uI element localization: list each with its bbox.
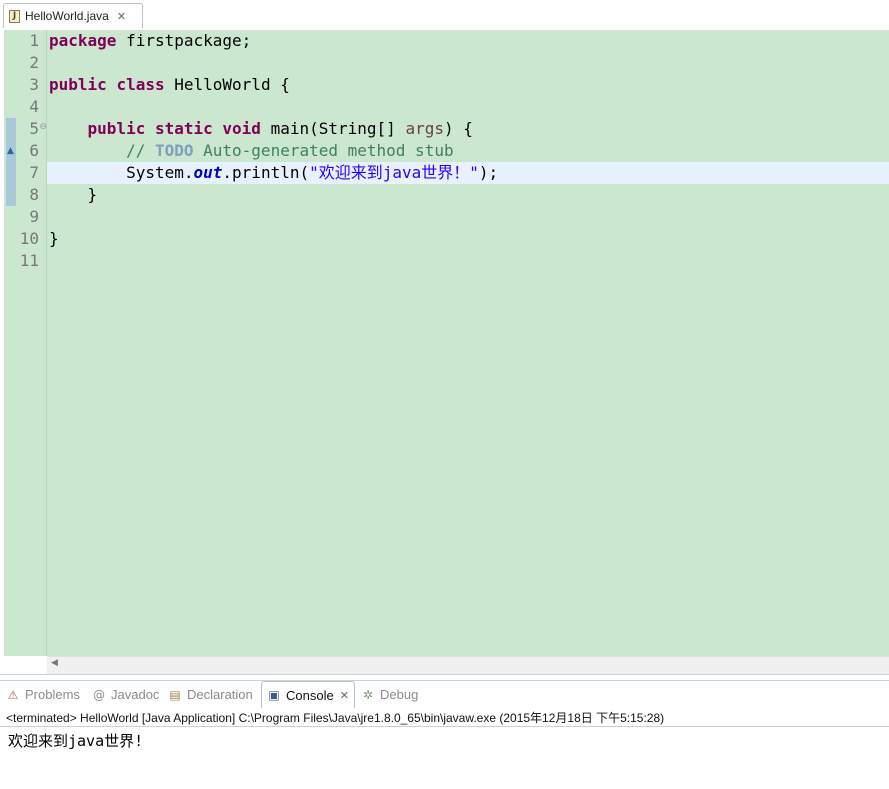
tab-declaration[interactable]: ▤ Declaration xyxy=(168,681,253,708)
console-output-area[interactable]: 欢迎来到java世界! xyxy=(0,726,889,789)
console-process-description: <terminated> HelloWorld [Java Applicatio… xyxy=(6,711,665,725)
string-literal: "欢迎来到java世界！" xyxy=(309,163,479,182)
javadoc-at-icon: @ xyxy=(93,687,105,702)
code-text: System. xyxy=(126,163,194,182)
console-icon: ▣ xyxy=(268,688,280,702)
code-text: HelloWorld { xyxy=(164,75,290,94)
tab-label: Declaration xyxy=(187,687,253,702)
keyword: void xyxy=(222,119,261,138)
line-number: 7 xyxy=(29,163,39,182)
tab-label: Problems xyxy=(25,687,80,702)
tab-label: Debug xyxy=(380,687,419,702)
line-number: 9 xyxy=(29,207,39,226)
code-text-area[interactable]: package firstpackage; public class Hello… xyxy=(47,30,889,656)
editor-tab-label: HelloWorld.java xyxy=(25,9,109,23)
tab-console[interactable]: ▣ Console ✕ xyxy=(261,681,355,708)
keyword: class xyxy=(116,75,165,94)
debug-bug-icon: ✲ xyxy=(362,687,374,702)
close-icon[interactable]: ✕ xyxy=(340,690,349,701)
comment: // xyxy=(126,141,155,160)
line-number: 10 xyxy=(19,229,39,248)
editor-tab-helloworld[interactable]: J HelloWorld.java ✕ xyxy=(3,3,143,28)
todo-tag: TODO xyxy=(154,141,194,160)
code-text: main(String[] xyxy=(260,119,406,138)
line-number: 11 xyxy=(19,251,39,270)
java-file-icon: J xyxy=(9,9,20,23)
code-text: firstpackage; xyxy=(116,31,252,50)
code-line-5[interactable]: public static void main(String[] args) { xyxy=(47,118,889,140)
line-number-gutter: 1 2 3 4 5 ⊖ 6 7 8 9 10 11 xyxy=(17,30,47,656)
collapse-fold-icon[interactable]: ⊖ xyxy=(39,122,47,132)
scroll-left-arrow-icon[interactable]: ◀ xyxy=(51,658,58,668)
code-line-10[interactable]: } xyxy=(47,228,889,250)
code-line-6[interactable]: // TODO Auto-generated method stub xyxy=(47,140,889,162)
code-text: ) { xyxy=(443,119,473,138)
view-tab-bar: ⚠ Problems @ Javadoc ▤ Declaration ▣ Con… xyxy=(0,680,889,708)
line-number: 5 xyxy=(29,119,39,138)
code-line-3[interactable]: public class HelloWorld { xyxy=(47,74,889,96)
code-editor[interactable]: ▲ 1 2 3 4 5 ⊖ 6 7 8 9 10 11 package firs… xyxy=(0,28,889,675)
tab-label: Console xyxy=(286,687,334,703)
line-number: 1 xyxy=(29,31,39,50)
code-line-7-current[interactable]: System.out.println("欢迎来到java世界！"); xyxy=(47,162,889,184)
line-number: 6 xyxy=(29,141,39,160)
keyword: public xyxy=(49,75,107,94)
tab-label: Javadoc xyxy=(111,687,160,702)
close-icon[interactable]: ✕ xyxy=(117,11,126,22)
tab-problems[interactable]: ⚠ Problems xyxy=(6,681,80,708)
line-number: 4 xyxy=(29,97,39,116)
line-number: 8 xyxy=(29,185,39,204)
static-field: out xyxy=(193,163,223,182)
tab-javadoc[interactable]: @ Javadoc xyxy=(92,681,159,708)
console-output-text: 欢迎来到java世界! xyxy=(8,732,144,750)
code-text: } xyxy=(49,185,98,204)
parameter: args xyxy=(405,119,444,138)
declaration-icon: ▤ xyxy=(169,687,181,702)
comment: Auto-generated method stub xyxy=(193,141,454,160)
keyword: public xyxy=(87,119,146,138)
override-marker-icon: ▲ xyxy=(7,146,14,156)
code-line-1[interactable]: package firstpackage; xyxy=(47,30,889,52)
code-text: .println( xyxy=(222,163,310,182)
line-number: 3 xyxy=(29,75,39,94)
keyword: package xyxy=(49,31,117,50)
line-number: 2 xyxy=(29,53,39,72)
problems-icon: ⚠ xyxy=(7,687,19,702)
keyword: static xyxy=(154,119,213,138)
code-text: } xyxy=(49,229,59,248)
code-line-8[interactable]: } xyxy=(47,184,889,206)
editor-tab-bar: J HelloWorld.java ✕ xyxy=(0,0,889,29)
horizontal-scrollbar[interactable]: ◀ xyxy=(47,656,889,674)
tab-debug[interactable]: ✲ Debug xyxy=(361,681,418,708)
code-text: ); xyxy=(478,163,499,182)
